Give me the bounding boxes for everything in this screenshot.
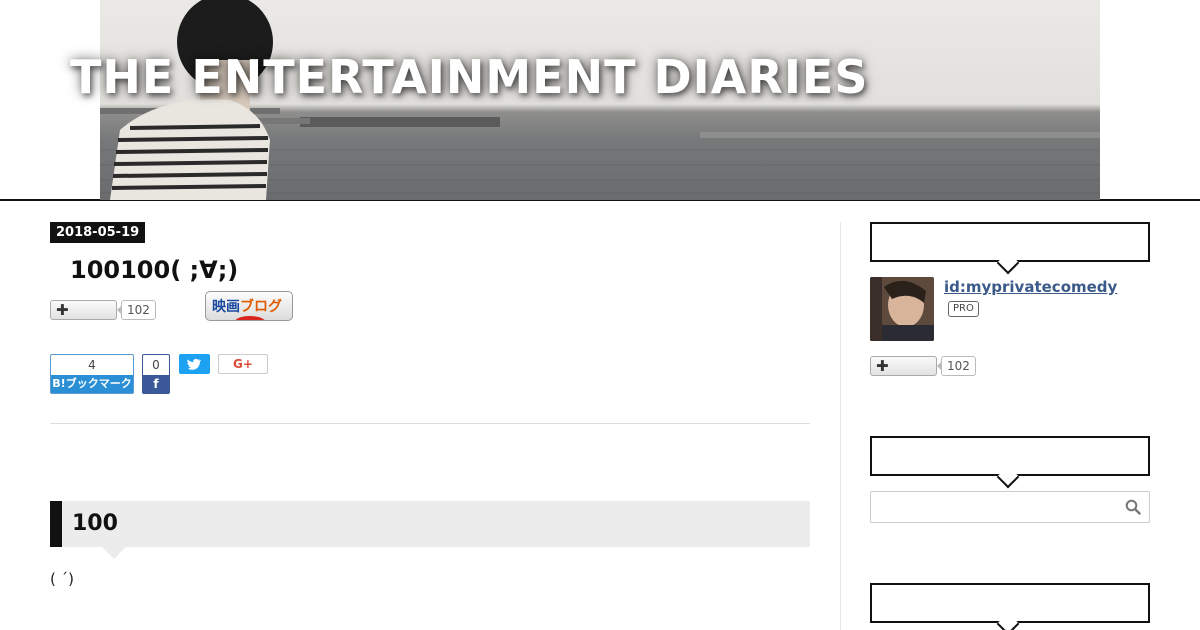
plus-icon: ✚ (56, 301, 69, 319)
sidebar-module-title-profile (870, 222, 1150, 262)
banner-text-kanji: 映画 (212, 299, 240, 315)
subscribe-button[interactable]: ✚ (50, 300, 117, 320)
entry-title[interactable]: 100100( ;∀;) (70, 256, 238, 284)
entry-body-text: ( ´) (50, 570, 74, 588)
subscriber-count: 102 (117, 300, 156, 320)
pro-badge: PRO (948, 301, 979, 317)
hatena-bookmark-label: B!ブックマーク (51, 375, 133, 393)
profile-id-link[interactable]: id:myprivatecomedy (944, 278, 1117, 296)
magnifier-icon[interactable] (1125, 499, 1141, 515)
movie-blog-banner-text: 映画ブログ (212, 296, 282, 316)
section-heading: 100 (50, 501, 810, 559)
facebook-f-icon: f (143, 375, 169, 393)
blog-header: THE ENTERTAINMENT DIARIES (0, 0, 1200, 201)
banner-text-katakana: ブログ (240, 299, 282, 315)
banner-decoration (234, 316, 266, 320)
facebook-share-count: 0 (152, 358, 160, 372)
google-plus-share-button[interactable]: G+ (218, 354, 268, 374)
blog-title[interactable]: THE ENTERTAINMENT DIARIES (70, 50, 869, 104)
sidebar-divider (840, 222, 841, 630)
facebook-share-button[interactable]: 0 f (142, 354, 170, 394)
sidebar-subscribe-button[interactable]: ✚ (870, 356, 937, 376)
sidebar-subscriber-count: 102 (937, 356, 976, 376)
movie-blog-banner[interactable]: 映画ブログ (205, 291, 293, 321)
search-input[interactable] (877, 496, 1117, 518)
avatar[interactable] (870, 277, 934, 341)
sidebar-module-title-3 (870, 583, 1150, 623)
twitter-bird-icon (187, 358, 202, 370)
hatena-bookmark-count: 4 (88, 358, 96, 372)
search-box[interactable] (870, 491, 1150, 523)
sidebar-module-title-search (870, 436, 1150, 476)
content-divider (50, 423, 810, 424)
entry-date[interactable]: 2018-05-19 (50, 222, 146, 243)
plus-icon: ✚ (876, 357, 889, 375)
hatena-bookmark-button[interactable]: 4 B!ブックマーク (50, 354, 134, 394)
twitter-share-button[interactable] (179, 354, 210, 374)
section-heading-text: 100 (72, 511, 118, 536)
